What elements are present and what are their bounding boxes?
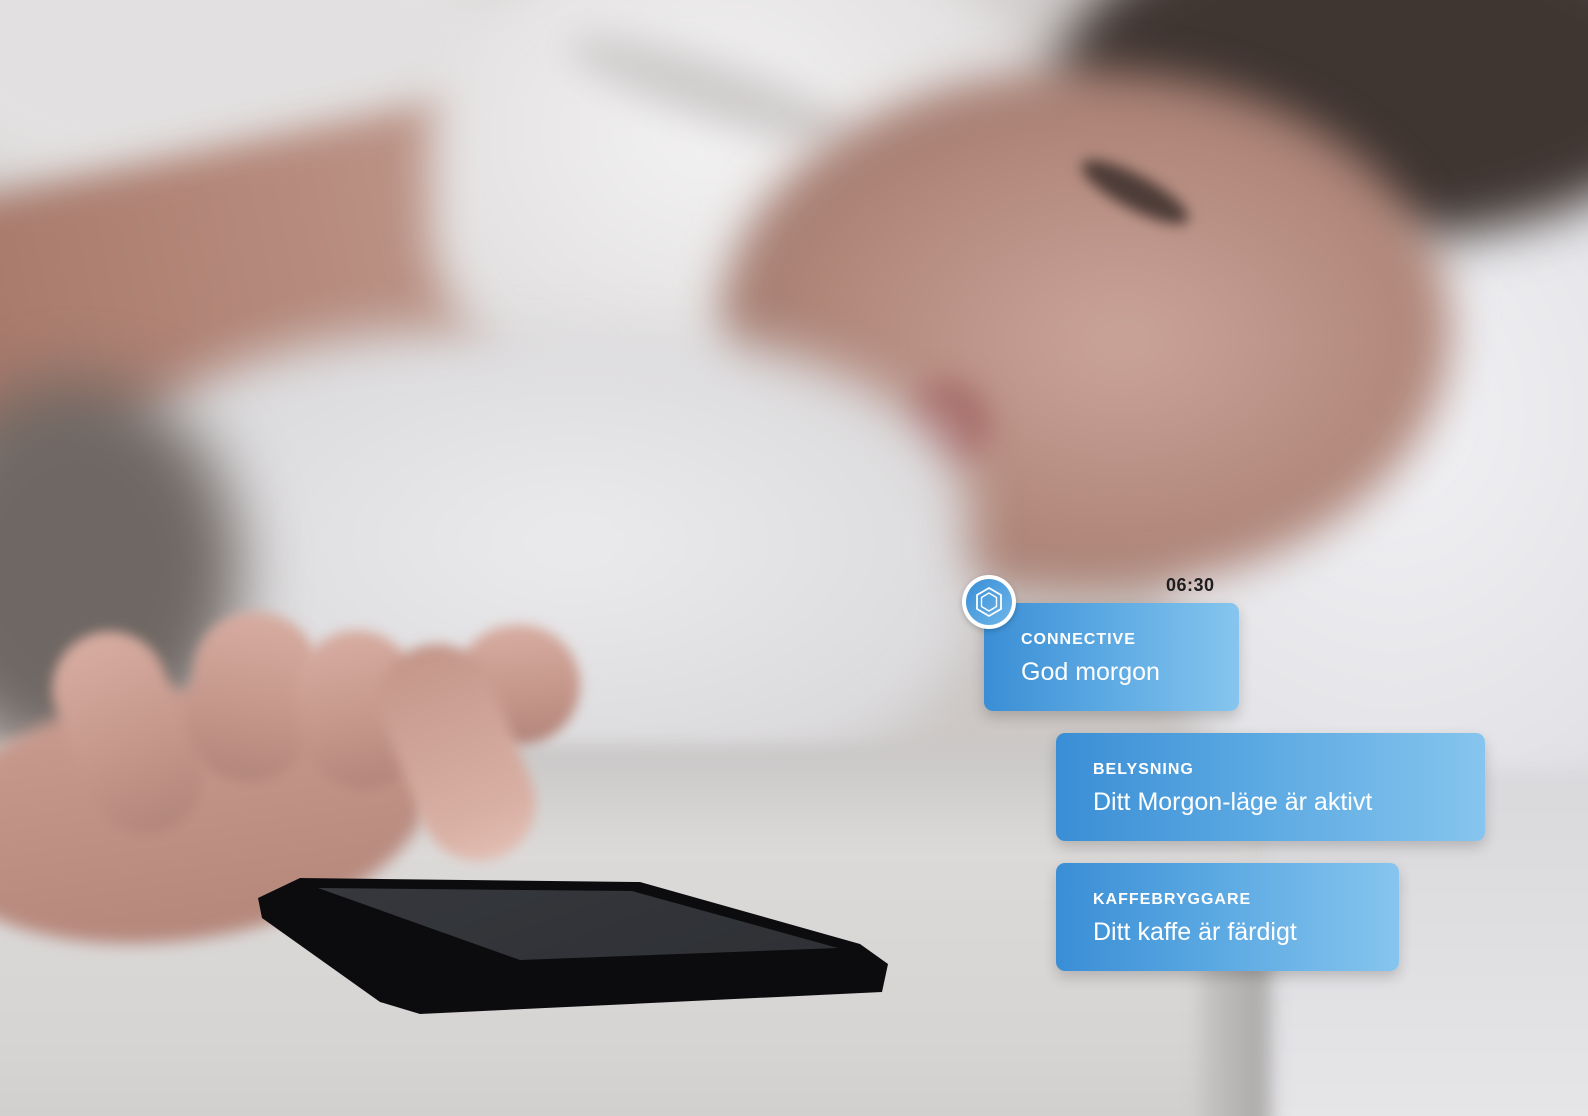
notification-kaffebryggare[interactable]: KAFFEBRYGGARE Ditt kaffe är färdigt [1056,863,1399,971]
notification-app-label: CONNECTIVE [1021,631,1136,648]
notification-belysning[interactable]: BELYSNING Ditt Morgon-läge är aktivt [1056,733,1485,841]
notification-time: 06:30 [1166,575,1215,595]
notification-message: Ditt kaffe är färdigt [1093,918,1297,946]
notification-message: Ditt Morgon-läge är aktivt [1093,788,1373,816]
photo-nightstand-edge [1200,950,1270,1116]
notification-message: God morgon [1021,658,1160,686]
notification-connective[interactable]: CONNECTIVE God morgon [984,603,1239,711]
scene: 06:30 CONNECTIVE God morgon BELYSNING Di… [0,0,1588,1116]
hexagon-icon [976,587,1002,617]
app-icon-badge [966,579,1012,625]
notification-app-label: KAFFEBRYGGARE [1093,891,1252,908]
notification-app-label: BELYSNING [1093,761,1194,778]
app-icon [962,575,1016,629]
